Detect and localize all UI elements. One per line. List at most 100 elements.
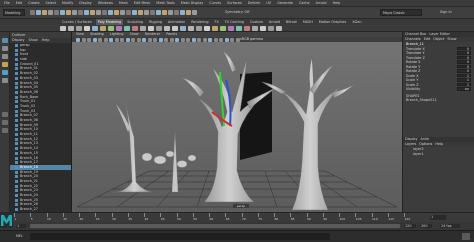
status-tool-icon[interactable] bbox=[150, 10, 155, 15]
shelf-tool-icon[interactable] bbox=[228, 26, 234, 31]
shelf-tool-icon[interactable] bbox=[196, 26, 202, 31]
menu-arnold[interactable]: Arnold bbox=[316, 0, 327, 7]
shape-name[interactable]: Branch_ShapeS11 bbox=[403, 98, 474, 103]
status-tool-icon[interactable] bbox=[42, 10, 47, 15]
shelf-tool-icon[interactable] bbox=[220, 26, 226, 31]
status-tool-icon[interactable] bbox=[66, 10, 71, 15]
viewport-tool-icon[interactable] bbox=[164, 37, 168, 42]
fps-dropdown[interactable]: 24 fps bbox=[440, 224, 460, 228]
channel-value[interactable]: 0 bbox=[457, 64, 471, 69]
status-tool-icon[interactable] bbox=[84, 10, 89, 15]
shelf-tool-icon[interactable] bbox=[124, 26, 130, 31]
lasso-tool-icon[interactable] bbox=[2, 46, 8, 51]
current-frame-field[interactable]: 1 bbox=[430, 215, 446, 220]
shelf-tool-icon[interactable] bbox=[92, 26, 98, 31]
channel-value[interactable]: 0 bbox=[457, 46, 471, 51]
shelf-tool-icon[interactable] bbox=[60, 26, 66, 31]
menu-windows[interactable]: Windows bbox=[98, 0, 113, 7]
status-tool-icon[interactable] bbox=[180, 10, 185, 15]
channel-value[interactable]: 1 bbox=[457, 82, 471, 87]
layer-row[interactable]: layer1 bbox=[403, 152, 474, 157]
shelf-tool-icon[interactable] bbox=[276, 26, 282, 31]
sign-in-button[interactable]: Sign In bbox=[440, 10, 452, 15]
status-tool-icon[interactable] bbox=[132, 10, 137, 15]
channel-value[interactable]: 0 bbox=[457, 51, 471, 55]
scene-canvas[interactable] bbox=[72, 42, 402, 212]
menu-display[interactable]: Display bbox=[79, 0, 92, 7]
status-tool-icon[interactable] bbox=[30, 10, 35, 15]
range-bar[interactable] bbox=[30, 224, 400, 228]
shelf-tool-icon[interactable] bbox=[68, 26, 74, 31]
mode-dropdown[interactable]: Modeling bbox=[3, 9, 25, 16]
workspace-selector[interactable]: Maya Classic bbox=[380, 9, 422, 16]
status-tool-icon[interactable] bbox=[144, 10, 149, 15]
viewport-tool-icon[interactable] bbox=[103, 37, 108, 42]
shelf-tool-icon[interactable] bbox=[244, 26, 250, 31]
channel-box-menu-item[interactable]: Show bbox=[447, 37, 456, 42]
status-tool-icon[interactable] bbox=[108, 10, 113, 15]
menu-deform[interactable]: Deform bbox=[248, 0, 261, 7]
viewport-tool-icon[interactable] bbox=[197, 37, 201, 42]
menu-file[interactable]: File bbox=[4, 0, 10, 7]
channel-value[interactable]: 0 bbox=[457, 55, 471, 60]
menu-mesh-display[interactable]: Mesh Display bbox=[181, 0, 204, 7]
viewport-tool-icon[interactable] bbox=[219, 37, 223, 42]
status-tool-icon[interactable] bbox=[90, 10, 95, 15]
status-tool-icon[interactable] bbox=[186, 10, 191, 15]
shelf-tool-icon[interactable] bbox=[100, 26, 106, 31]
shelf-tool-icon[interactable] bbox=[204, 26, 210, 31]
viewport-tool-icon[interactable] bbox=[213, 37, 218, 42]
shelf-tool-icon[interactable] bbox=[164, 26, 170, 31]
status-tool-icon[interactable] bbox=[162, 10, 167, 15]
viewport-tool-icon[interactable] bbox=[169, 37, 174, 42]
channel-value[interactable]: 0 bbox=[457, 69, 471, 73]
command-input[interactable] bbox=[30, 233, 330, 240]
range-end-field[interactable]: 120 bbox=[404, 224, 416, 228]
viewport-tool-icon[interactable] bbox=[175, 37, 179, 42]
layer-menu-item[interactable]: Help bbox=[435, 142, 443, 147]
menu-mesh[interactable]: Mesh bbox=[119, 0, 128, 7]
select-tool-icon[interactable] bbox=[2, 38, 8, 43]
viewport-tool-icon[interactable] bbox=[125, 37, 130, 42]
range-max-field[interactable]: 200 bbox=[420, 224, 432, 228]
channel-box-menu-item[interactable]: Object bbox=[433, 37, 444, 42]
status-tool-icon[interactable] bbox=[114, 10, 119, 15]
layout-four-icon[interactable] bbox=[2, 120, 8, 125]
viewport-tool-icon[interactable] bbox=[230, 37, 234, 42]
layout-single-icon[interactable] bbox=[2, 112, 8, 117]
shelf-tool-icon[interactable] bbox=[260, 26, 266, 31]
status-tool-icon[interactable] bbox=[54, 10, 59, 15]
shelf-tool-icon[interactable] bbox=[252, 26, 258, 31]
status-tool-icon[interactable] bbox=[192, 10, 197, 15]
viewport-tool-icon[interactable] bbox=[76, 37, 80, 42]
viewport-persp[interactable]: View Shading Lighting Show Renderer Panels sR… bbox=[72, 32, 402, 212]
shelf-tool-icon[interactable] bbox=[140, 26, 146, 31]
menu-mesh-tools[interactable]: Mesh Tools bbox=[156, 0, 174, 7]
viewport-tool-icon[interactable] bbox=[208, 37, 212, 42]
viewport-tool-icon[interactable] bbox=[81, 37, 86, 42]
move-tool-icon[interactable] bbox=[2, 62, 8, 67]
menu-curves[interactable]: Curves bbox=[209, 0, 221, 7]
shelf-tool-icon[interactable] bbox=[180, 26, 186, 31]
channel-value[interactable]: on bbox=[457, 87, 471, 91]
status-tool-icon[interactable] bbox=[102, 10, 107, 15]
status-tool-icon[interactable] bbox=[126, 10, 131, 15]
menu-generate[interactable]: Generate bbox=[277, 0, 293, 7]
menu-modify[interactable]: Modify bbox=[62, 0, 73, 7]
channel-value[interactable]: 1 bbox=[457, 78, 471, 82]
paint-select-icon[interactable] bbox=[2, 54, 8, 59]
shelf-tool-icon[interactable] bbox=[148, 26, 154, 31]
range-start-field[interactable]: 1 bbox=[16, 224, 26, 228]
menu-edit[interactable]: Edit bbox=[16, 0, 23, 7]
status-tool-icon[interactable] bbox=[120, 10, 125, 15]
menu-surfaces[interactable]: Surfaces bbox=[227, 0, 242, 7]
menu-edit-mesh[interactable]: Edit Mesh bbox=[134, 0, 151, 7]
viewport-tool-icon[interactable] bbox=[92, 37, 97, 42]
shelf-tool-icon[interactable] bbox=[212, 26, 218, 31]
viewport-tool-icon[interactable] bbox=[153, 37, 157, 42]
status-tool-icon[interactable] bbox=[36, 10, 41, 15]
shelf-tool-icon[interactable] bbox=[76, 26, 82, 31]
viewport-tool-icon[interactable] bbox=[186, 37, 190, 42]
menu-cache[interactable]: Cache bbox=[299, 0, 310, 7]
viewport-tool-icon[interactable] bbox=[191, 37, 196, 42]
